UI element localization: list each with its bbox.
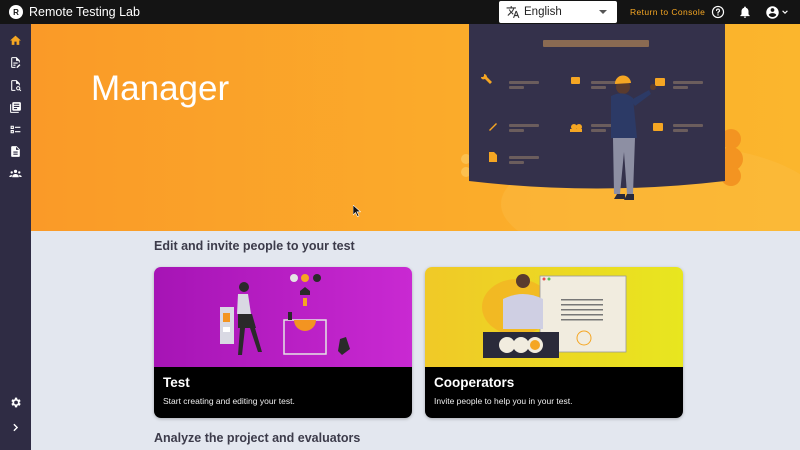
test-card-title: Test xyxy=(163,375,190,390)
checklist-icon[interactable] xyxy=(9,123,22,136)
cooperators-card-footer: Cooperators Invite people to help you in… xyxy=(425,367,683,418)
home-icon[interactable] xyxy=(9,34,22,47)
chevron-right-icon[interactable] xyxy=(9,421,22,434)
account-avatar-icon[interactable] xyxy=(765,5,780,20)
account-menu-chevron-icon[interactable] xyxy=(781,8,789,16)
test-card-description: Start creating and editing your test. xyxy=(163,396,295,406)
cooperators-card[interactable]: Cooperators Invite people to help you in… xyxy=(425,267,683,418)
return-to-console-link[interactable]: Return to Console xyxy=(630,7,705,17)
cooperators-card-illustration xyxy=(425,267,683,367)
cooperators-card-title: Cooperators xyxy=(434,375,515,390)
language-select[interactable]: English xyxy=(499,1,617,23)
dashboard-illustration xyxy=(461,24,800,231)
app-logo: R xyxy=(9,5,23,19)
language-label: English xyxy=(524,6,562,18)
library-icon[interactable] xyxy=(9,101,22,114)
test-card-footer: Test Start creating and editing your tes… xyxy=(154,367,412,418)
chevron-down-icon xyxy=(599,10,607,14)
help-icon[interactable] xyxy=(711,5,725,19)
translate-icon xyxy=(506,6,520,18)
report-icon[interactable] xyxy=(9,145,22,158)
test-card-illustration xyxy=(154,267,412,367)
top-bar: R Remote Testing Lab English Return to C… xyxy=(0,0,800,24)
edit-section-title: Edit and invite people to your test xyxy=(154,239,355,253)
mouse-cursor-icon xyxy=(353,205,361,217)
group-icon[interactable] xyxy=(9,167,22,180)
sidebar xyxy=(0,24,31,450)
notifications-bell-icon[interactable] xyxy=(738,5,752,19)
settings-icon[interactable] xyxy=(9,396,22,409)
hero-banner: Manager xyxy=(31,24,800,231)
page-title: Manager xyxy=(91,69,230,108)
edit-document-icon[interactable] xyxy=(9,56,22,69)
cooperators-card-description: Invite people to help you in your test. xyxy=(434,396,573,406)
test-card[interactable]: Test Start creating and editing your tes… xyxy=(154,267,412,418)
app-title: Remote Testing Lab xyxy=(29,5,140,19)
analyze-section-title: Analyze the project and evaluators xyxy=(154,431,361,445)
find-document-icon[interactable] xyxy=(9,79,22,92)
